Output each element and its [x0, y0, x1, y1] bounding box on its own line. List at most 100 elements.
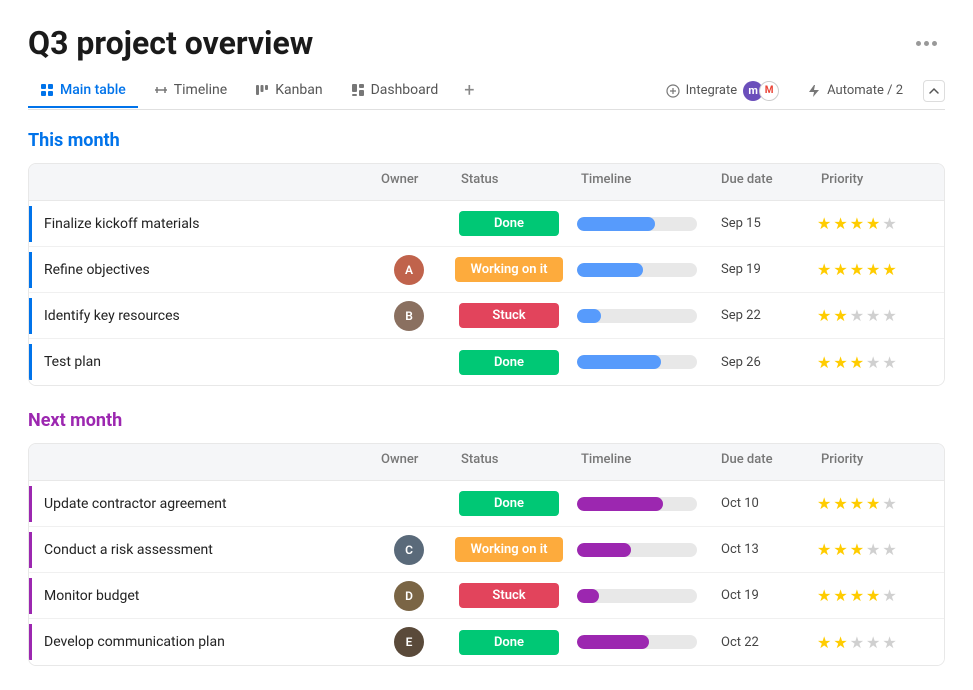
star-1: ★: [817, 353, 831, 372]
more-options-button[interactable]: [908, 37, 945, 50]
task-text: Monitor budget: [32, 588, 139, 604]
this-month-section: This month Owner Status Timeline Due dat…: [28, 130, 945, 386]
timeline-bar-fill: [577, 309, 601, 323]
star-3: ★: [850, 494, 864, 513]
owner-cell: A: [369, 251, 449, 289]
status-badge: Done: [459, 491, 559, 516]
star-1: ★: [817, 214, 831, 233]
priority-cell: ★★★★★: [809, 256, 945, 283]
avatar: E: [394, 627, 424, 657]
tab-dashboard-label: Dashboard: [371, 82, 439, 98]
next-col-status: Status: [449, 444, 569, 480]
table-row: Update contractor agreement Done Oct 10 …: [29, 481, 944, 527]
task-text: Update contractor agreement: [32, 496, 227, 512]
task-text: Refine objectives: [32, 262, 150, 278]
tab-dashboard[interactable]: Dashboard: [339, 74, 451, 108]
timeline-bar-fill: [577, 497, 663, 511]
avatar: A: [394, 255, 424, 285]
avatar: C: [394, 535, 424, 565]
add-view-button[interactable]: +: [454, 72, 484, 109]
chevron-up-icon: [928, 85, 940, 97]
tabs-row: Main table Timeline: [28, 72, 945, 110]
star-3: ★: [850, 353, 864, 372]
tab-kanban-label: Kanban: [275, 82, 322, 98]
tabs-right: Integrate m M Automate / 2: [658, 77, 945, 105]
timeline-bar-fill: [577, 217, 655, 231]
status-cell: Done: [449, 207, 569, 240]
next-col-owner: Owner: [369, 444, 449, 480]
page-container: Q3 project overview Main table: [0, 0, 973, 666]
stars: ★★★★★: [817, 494, 897, 513]
integrate-button[interactable]: Integrate m M: [658, 77, 788, 105]
integrate-label: Integrate: [686, 83, 738, 98]
priority-cell: ★★★★★: [809, 490, 945, 517]
next-month-title: Next month: [28, 410, 122, 431]
star-2: ★: [833, 633, 847, 652]
gmail-icon: M: [759, 81, 779, 101]
task-text: Conduct a risk assessment: [32, 542, 213, 558]
timeline-bar-bg: [577, 355, 697, 369]
status-cell: Done: [449, 626, 569, 659]
status-cell: Working on it: [449, 533, 569, 566]
star-4: ★: [866, 353, 880, 372]
status-cell: Stuck: [449, 579, 569, 612]
next-month-table: Owner Status Timeline Due date Priority …: [28, 443, 945, 666]
star-2: ★: [833, 260, 847, 279]
tab-main-table[interactable]: Main table: [28, 74, 138, 108]
star-4: ★: [866, 260, 880, 279]
due-date-cell: Sep 26: [709, 351, 809, 374]
kanban-icon: [255, 83, 269, 97]
timeline-bar-fill: [577, 263, 643, 277]
priority-cell: ★★★★★: [809, 210, 945, 237]
dashboard-icon: [351, 83, 365, 97]
star-2: ★: [833, 540, 847, 559]
timeline-bar-fill: [577, 355, 661, 369]
star-3: ★: [850, 306, 864, 325]
timeline-bar-bg: [577, 263, 697, 277]
integrate-icon: [666, 84, 680, 98]
status-badge: Done: [459, 630, 559, 655]
next-col-task: [29, 444, 369, 480]
owner-cell: [369, 220, 449, 228]
timeline-icon: [154, 83, 168, 97]
task-text: Test plan: [32, 354, 101, 370]
priority-cell: ★★★★★: [809, 629, 945, 656]
next-col-priority: Priority: [809, 444, 945, 480]
star-4: ★: [866, 540, 880, 559]
status-cell: Stuck: [449, 299, 569, 332]
dot3: [932, 41, 937, 46]
star-5: ★: [882, 353, 896, 372]
col-timeline: Timeline: [569, 164, 709, 200]
timeline-cell: [569, 213, 709, 235]
dot1: [916, 41, 921, 46]
collapse-button[interactable]: [923, 80, 945, 102]
status-badge: Stuck: [459, 583, 559, 608]
owner-cell: C: [369, 531, 449, 569]
timeline-bar-bg: [577, 635, 697, 649]
table-icon: [40, 83, 54, 97]
stars: ★★★★★: [817, 353, 897, 372]
table-row: Monitor budget D Stuck Oct 19 ★★★★★: [29, 573, 944, 619]
timeline-cell: [569, 259, 709, 281]
owner-cell: [369, 358, 449, 366]
tab-kanban[interactable]: Kanban: [243, 74, 334, 108]
star-1: ★: [817, 586, 831, 605]
star-1: ★: [817, 540, 831, 559]
header-row: Q3 project overview: [28, 24, 945, 62]
status-badge: Stuck: [459, 303, 559, 328]
this-month-col-headers: Owner Status Timeline Due date Priority …: [29, 164, 944, 201]
this-month-rows: Finalize kickoff materials Done Sep 15 ★…: [29, 201, 944, 385]
due-date-cell: Oct 10: [709, 492, 809, 515]
integrate-icons: m M: [743, 81, 779, 101]
stars: ★★★★★: [817, 633, 897, 652]
automate-button[interactable]: Automate / 2: [799, 79, 911, 102]
dot2: [924, 41, 929, 46]
tab-timeline[interactable]: Timeline: [142, 74, 239, 108]
timeline-bar-bg: [577, 543, 697, 557]
next-month-section: Next month Owner Status Timeline Due dat…: [28, 410, 945, 666]
due-date-cell: Oct 13: [709, 538, 809, 561]
star-5: ★: [882, 633, 896, 652]
table-row: Test plan Done Sep 26 ★★★★★: [29, 339, 944, 385]
timeline-cell: [569, 631, 709, 653]
col-priority: Priority: [809, 164, 945, 200]
